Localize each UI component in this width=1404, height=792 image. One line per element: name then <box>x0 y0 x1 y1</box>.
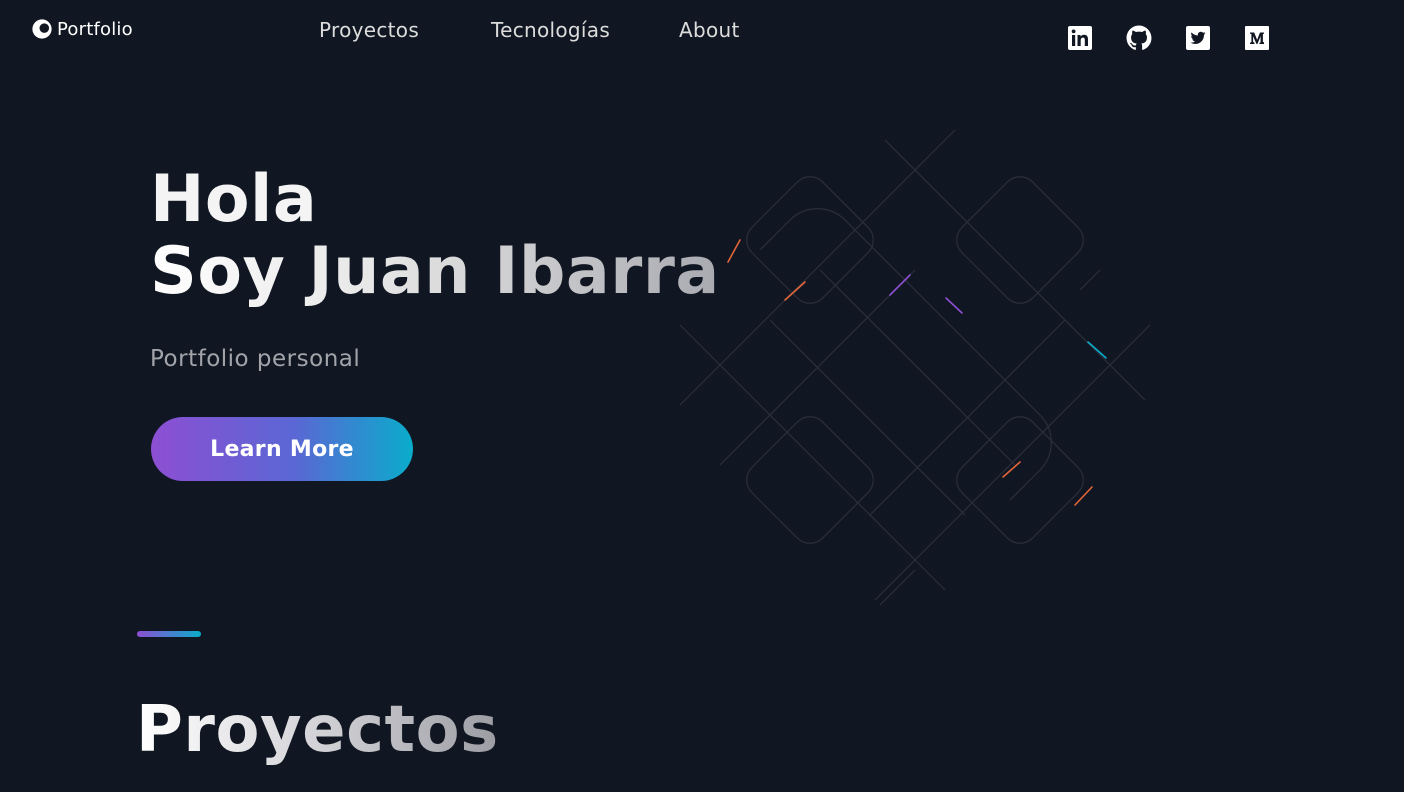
linkedin-icon <box>1068 26 1092 50</box>
section-accent-bar <box>137 631 201 637</box>
logo-text: Portfolio <box>57 18 133 40</box>
projects-title: Proyectos <box>136 690 499 770</box>
hero-name: Soy Juan Ibarra <box>150 234 720 309</box>
github-link[interactable] <box>1126 25 1152 51</box>
hero-title: Hola Soy Juan Ibarra <box>150 164 720 308</box>
twitter-icon <box>1186 26 1210 50</box>
logo-link[interactable]: Portfolio <box>31 18 133 40</box>
nav-tecnologias[interactable]: Tecnologías <box>491 18 610 42</box>
site-header: Portfolio Proyectos Tecnologías About <box>0 0 1404 64</box>
github-icon <box>1126 25 1152 50</box>
hero-greeting: Hola <box>150 162 318 237</box>
learn-more-button[interactable]: Learn More <box>151 417 413 481</box>
medium-link[interactable] <box>1244 25 1270 51</box>
hero-grid-illustration <box>679 129 1151 606</box>
hero-subtitle: Portfolio personal <box>150 346 361 372</box>
nav-proyectos[interactable]: Proyectos <box>319 18 419 42</box>
nav-about[interactable]: About <box>679 18 740 42</box>
twitter-link[interactable] <box>1185 25 1211 51</box>
medium-icon <box>1245 26 1269 50</box>
logo-icon <box>32 19 52 39</box>
linkedin-link[interactable] <box>1067 25 1093 51</box>
